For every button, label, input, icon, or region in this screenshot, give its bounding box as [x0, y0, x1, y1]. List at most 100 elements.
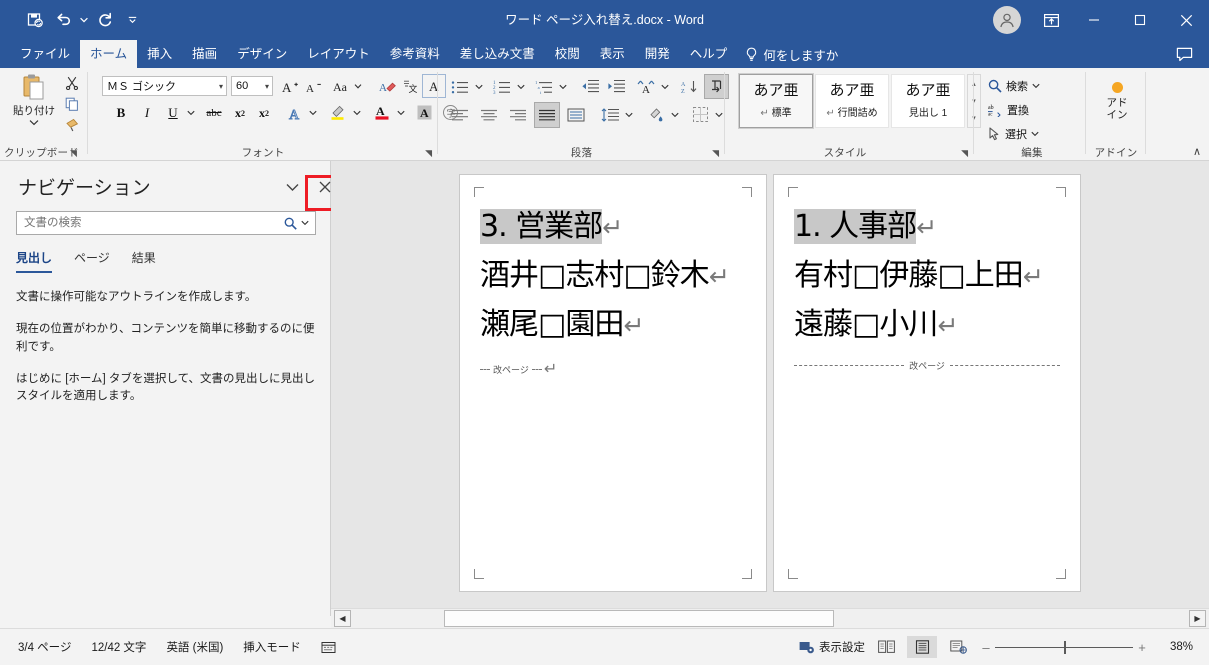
tell-me-box[interactable]: 何をしますか — [737, 40, 838, 68]
language-indicator[interactable]: 英語 (米国) — [166, 639, 223, 655]
font-dialog-launcher[interactable]: ◥ — [425, 148, 432, 159]
font-name-box[interactable]: ＭＳ ゴシック ▾ — [102, 76, 227, 96]
multilevel-list-icon[interactable]: 1ai — [532, 76, 556, 98]
insert-mode-indicator[interactable]: 挿入モード — [243, 639, 301, 655]
page-indicator[interactable]: 3/4 ページ — [18, 639, 71, 655]
doc-line[interactable]: 1. 人事部↵ — [794, 201, 937, 245]
text-effects-caret-icon[interactable] — [306, 102, 319, 124]
select-caret-icon[interactable] — [1031, 131, 1039, 137]
addin-button[interactable]: アド イン — [1098, 82, 1136, 121]
font-size-box[interactable]: 60 ▾ — [231, 76, 273, 96]
navigation-search-box[interactable] — [16, 211, 316, 235]
nav-tab-headings[interactable]: 見出し — [16, 249, 53, 273]
doc-line[interactable]: 瀬尾□園田↵ — [480, 299, 644, 343]
horizontal-scroll-thumb[interactable] — [444, 610, 834, 627]
styles-dialog-launcher[interactable]: ◥ — [961, 148, 968, 159]
character-shading-icon[interactable]: A — [412, 100, 436, 124]
increase-font-size-icon[interactable]: A — [279, 76, 301, 96]
nav-tab-pages[interactable]: ページ — [74, 249, 110, 273]
scroll-left-icon[interactable]: ◀ — [334, 610, 351, 627]
align-center-icon[interactable] — [477, 104, 501, 126]
zoom-in-button[interactable]: + — [1135, 640, 1149, 655]
doc-line[interactable]: 酒井□志村□鈴木↵ — [480, 250, 730, 294]
tab-draw[interactable]: 描画 — [182, 40, 227, 68]
document-page-2[interactable]: 1. 人事部↵ 有村□伊藤□上田↵ 遠藤□小川↵ 改ページ — [774, 175, 1080, 591]
borders-icon[interactable] — [688, 102, 712, 126]
bullet-list-icon[interactable] — [448, 76, 472, 98]
tab-view[interactable]: 表示 — [590, 40, 635, 68]
display-settings-button[interactable]: 表示設定 — [799, 639, 865, 655]
clear-formatting-icon[interactable]: A — [376, 76, 398, 96]
zoom-track[interactable] — [995, 640, 1133, 654]
bold-icon[interactable]: B — [110, 102, 132, 124]
zoom-out-button[interactable]: – — [979, 640, 993, 655]
read-mode-icon[interactable] — [871, 636, 901, 658]
undo-dropdown-icon[interactable] — [78, 7, 90, 33]
text-highlight-icon[interactable] — [326, 100, 350, 124]
sort-icon[interactable]: AZ — [678, 75, 702, 98]
distribute-icon[interactable] — [563, 102, 589, 128]
zoom-handle[interactable] — [1064, 640, 1066, 654]
undo-icon[interactable] — [50, 7, 76, 33]
line-spacing-caret-icon[interactable] — [622, 104, 635, 126]
text-highlight-caret-icon[interactable] — [350, 102, 363, 124]
numbered-list-caret-icon[interactable] — [514, 76, 527, 98]
customize-qat-icon[interactable] — [126, 7, 138, 33]
select-button[interactable]: 選択 — [988, 124, 1039, 144]
zoom-slider[interactable]: – + — [979, 640, 1149, 655]
comments-icon[interactable] — [1167, 42, 1201, 66]
doc-line[interactable]: 3. 営業部↵ — [480, 201, 623, 245]
tab-file[interactable]: ファイル — [10, 40, 80, 68]
phonetic-alignment-icon[interactable]: A — [634, 75, 658, 98]
tab-mailings[interactable]: 差し込み文書 — [450, 40, 545, 68]
tab-references[interactable]: 参考資料 — [380, 40, 450, 68]
paste-button[interactable]: 貼り付け — [8, 72, 60, 138]
underline-icon[interactable]: U — [162, 102, 184, 124]
redo-icon[interactable] — [92, 7, 118, 33]
shading-caret-icon[interactable] — [668, 104, 681, 126]
font-color-caret-icon[interactable] — [394, 102, 407, 124]
multilevel-list-caret-icon[interactable] — [556, 76, 569, 98]
font-color-icon[interactable]: A — [370, 100, 394, 124]
search-icon[interactable] — [279, 217, 301, 230]
scroll-right-icon[interactable]: ▶ — [1189, 610, 1206, 627]
tab-design[interactable]: デザイン — [227, 40, 297, 68]
tab-help[interactable]: ヘルプ — [680, 40, 738, 68]
maximize-button[interactable] — [1117, 0, 1163, 40]
web-layout-icon[interactable] — [943, 636, 973, 658]
line-spacing-icon[interactable] — [598, 104, 622, 126]
replace-button[interactable]: ab ac 置換 — [988, 100, 1029, 120]
minimize-button[interactable] — [1071, 0, 1117, 40]
tab-home[interactable]: ホーム — [80, 40, 138, 68]
doc-line[interactable]: 有村□伊藤□上田↵ — [794, 250, 1044, 294]
tab-layout[interactable]: レイアウト — [297, 40, 380, 68]
search-input[interactable] — [17, 212, 279, 234]
align-right-icon[interactable] — [506, 104, 530, 126]
underline-caret-icon[interactable] — [184, 102, 198, 124]
document-page-1[interactable]: 3. 営業部↵ 酒井□志村□鈴木↵ 瀬尾□園田↵ 改ページ ↵ — [460, 175, 766, 591]
ribbon-display-options-icon[interactable] — [1031, 0, 1071, 40]
shading-icon[interactable] — [644, 102, 668, 126]
tab-developer[interactable]: 開発 — [635, 40, 680, 68]
style-card-normal[interactable]: あア亜 ↵ 標準 — [738, 73, 814, 129]
find-button[interactable]: 検索 — [988, 76, 1040, 96]
cut-icon[interactable] — [62, 73, 82, 92]
phonetic-guide-icon[interactable]: 文 — [400, 76, 420, 96]
decrease-font-size-icon[interactable]: A — [303, 76, 325, 96]
autosave-save-icon[interactable] — [22, 7, 48, 33]
avatar[interactable] — [993, 6, 1021, 34]
strikethrough-icon[interactable]: abc — [202, 102, 226, 124]
numbered-list-icon[interactable]: 123 — [490, 76, 514, 98]
paragraph-dialog-launcher[interactable]: ◥ — [712, 148, 719, 159]
word-count[interactable]: 12/42 文字 — [91, 639, 146, 655]
document-canvas[interactable]: 3. 営業部↵ 酒井□志村□鈴木↵ 瀬尾□園田↵ 改ページ ↵ 1. 人事部↵ — [331, 161, 1209, 616]
chevron-down-icon[interactable] — [280, 175, 304, 199]
font-name-caret-icon[interactable]: ▾ — [219, 82, 223, 91]
search-options-caret-icon[interactable] — [301, 220, 315, 226]
close-button[interactable] — [1163, 0, 1209, 40]
copy-icon[interactable] — [62, 94, 82, 113]
italic-icon[interactable]: I — [136, 102, 158, 124]
phonetic-alignment-caret-icon[interactable] — [658, 76, 671, 98]
clipboard-dialog-launcher[interactable]: ◥ — [70, 148, 77, 159]
format-painter-icon[interactable] — [62, 115, 82, 134]
